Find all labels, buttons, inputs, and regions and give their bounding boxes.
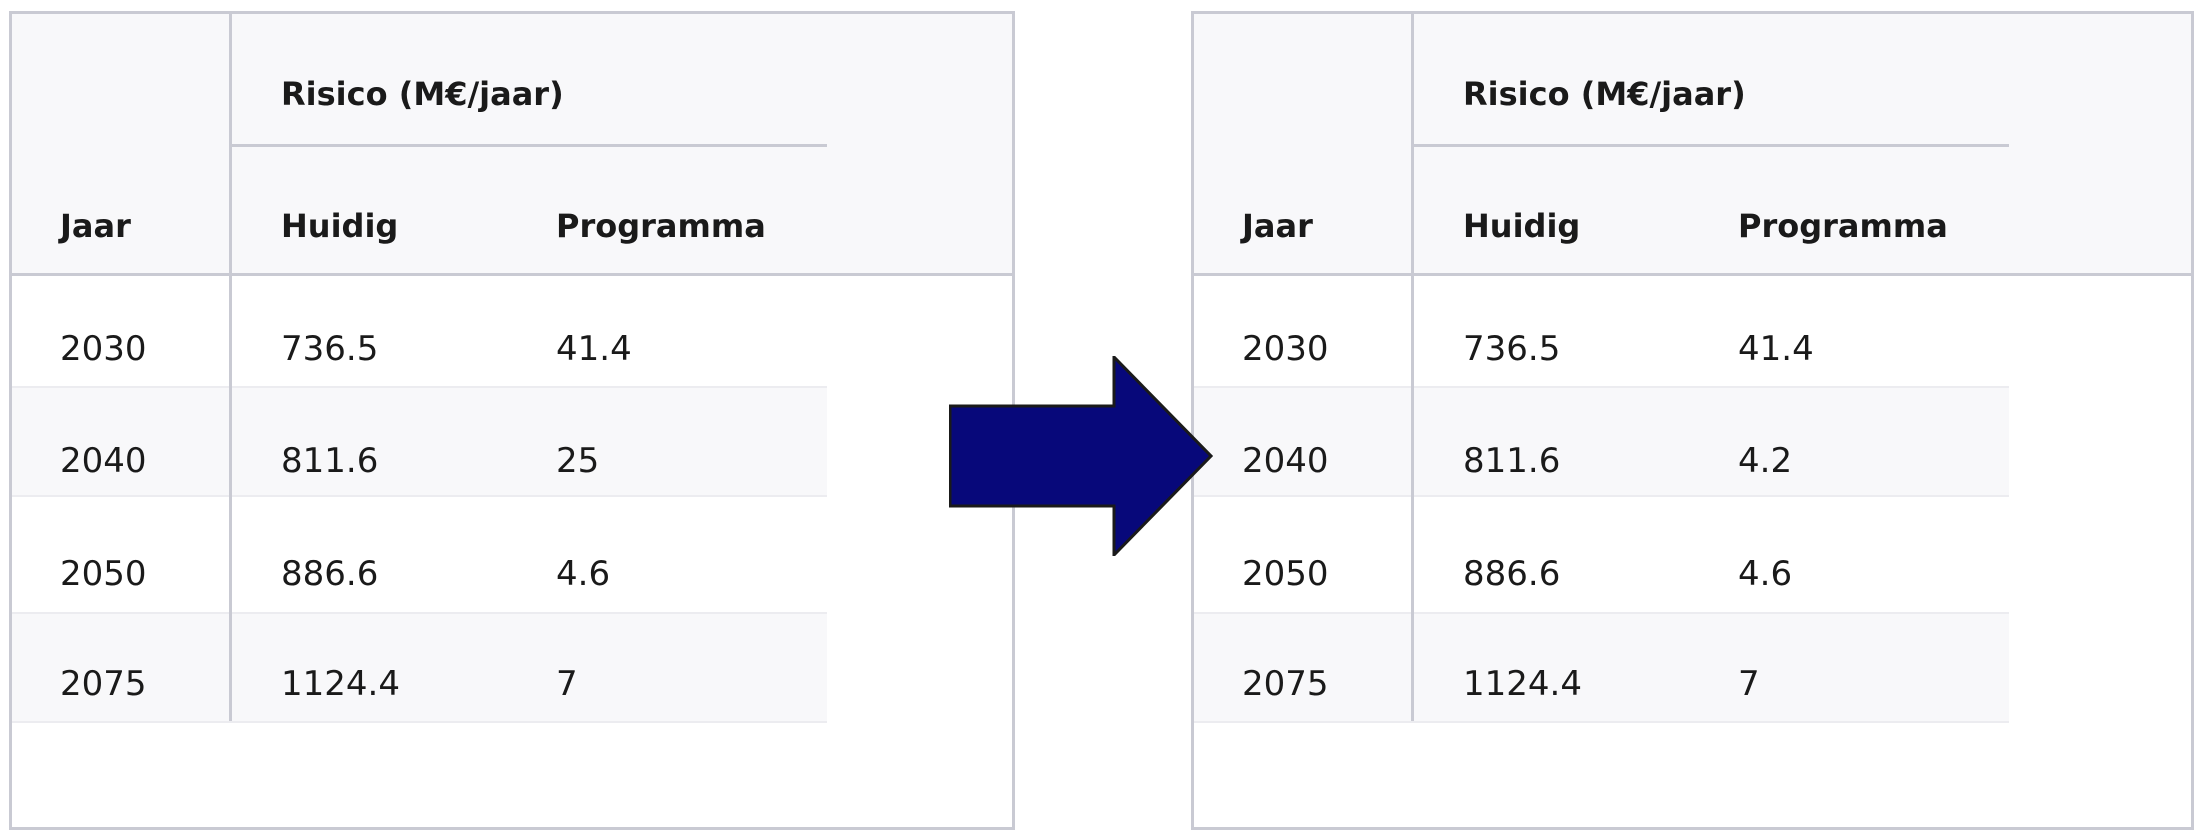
cell-programma: 7 — [556, 664, 578, 704]
cell-programma: 7 — [1738, 664, 1760, 704]
column-header-huidig: Huidig — [1463, 207, 1581, 245]
cell-huidig: 811.6 — [1463, 441, 1561, 481]
cell-jaar: 2030 — [1242, 329, 1329, 369]
cell-programma: 4.6 — [556, 554, 611, 594]
cell-huidig: 736.5 — [1463, 329, 1561, 369]
cell-jaar: 2040 — [1242, 441, 1329, 481]
cell-jaar: 2075 — [1242, 664, 1329, 704]
column-divider — [229, 14, 232, 721]
column-header-programma: Programma — [556, 207, 766, 245]
cell-programma: 41.4 — [556, 329, 632, 369]
cell-huidig: 736.5 — [281, 329, 379, 369]
cell-huidig: 811.6 — [281, 441, 379, 481]
cell-huidig: 1124.4 — [1463, 664, 1582, 704]
cell-huidig: 886.6 — [1463, 554, 1561, 594]
column-header-jaar: Jaar — [60, 207, 131, 245]
right-arrow-icon — [949, 356, 1213, 556]
cell-huidig: 886.6 — [281, 554, 379, 594]
cell-jaar: 2030 — [60, 329, 147, 369]
cell-programma: 4.6 — [1738, 554, 1793, 594]
column-divider — [1411, 14, 1414, 721]
cell-jaar: 2040 — [60, 441, 147, 481]
column-header-jaar: Jaar — [1242, 207, 1313, 245]
group-header-divider — [232, 144, 827, 147]
cell-huidig: 1124.4 — [281, 664, 400, 704]
cell-programma: 4.2 — [1738, 441, 1793, 481]
cell-jaar: 2050 — [60, 554, 147, 594]
cell-programma: 41.4 — [1738, 329, 1814, 369]
column-header-programma: Programma — [1738, 207, 1948, 245]
cell-jaar: 2075 — [60, 664, 147, 704]
cell-jaar: 2050 — [1242, 554, 1329, 594]
table-after: Risico (M€/jaar) Jaar Huidig Programma 2… — [1191, 11, 2194, 830]
group-header: Risico (M€/jaar) — [1463, 75, 1746, 113]
group-header-divider — [1414, 144, 2009, 147]
table-before: Risico (M€/jaar) Jaar Huidig Programma 2… — [9, 11, 1015, 830]
cell-programma: 25 — [556, 441, 600, 481]
group-header: Risico (M€/jaar) — [281, 75, 564, 113]
column-header-huidig: Huidig — [281, 207, 399, 245]
